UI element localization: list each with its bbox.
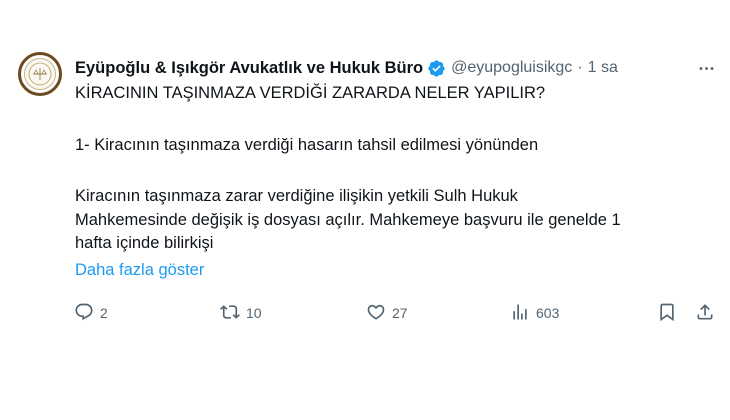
author-handle[interactable]: @eyupogluisikgc xyxy=(451,59,572,77)
paragraph-line-1: Kiracının taşınmaza zarar verdiğine iliş… xyxy=(75,187,518,205)
more-icon[interactable] xyxy=(694,56,718,80)
reply-button[interactable]: 2 xyxy=(74,298,108,328)
like-button[interactable]: 27 xyxy=(366,298,408,328)
retweet-button[interactable]: 10 xyxy=(220,298,262,328)
paragraph-line-2: Mahkemesinde değişik iş dosyası açılır. … xyxy=(75,210,621,229)
paragraph-line-3: hafta içinde bilirkişi xyxy=(75,234,214,252)
share-icon xyxy=(695,302,715,325)
views-count: 603 xyxy=(536,305,560,321)
bookmark-icon xyxy=(657,302,677,325)
bookmark-button[interactable] xyxy=(657,298,677,328)
tweet-title-line: KİRACININ TAŞINMAZA VERDİĞİ ZARARDA NELE… xyxy=(75,84,546,102)
avatar[interactable] xyxy=(18,52,62,96)
tweet-card[interactable]: Eyüpoğlu & Işıkgör Avukatlık ve Hukuk Bü… xyxy=(0,0,730,420)
retweet-count: 10 xyxy=(246,305,262,321)
author-display-name[interactable]: Eyüpoğlu & Işıkgör Avukatlık ve Hukuk Bü… xyxy=(75,59,423,78)
tweet-paragraph: Kiracının taşınmaza zarar verdiğine iliş… xyxy=(75,185,705,256)
reply-icon xyxy=(74,302,94,325)
tweet-timestamp[interactable]: 1 sa xyxy=(588,59,618,77)
retweet-icon xyxy=(220,302,240,325)
tweet-point-line: 1- Kiracının taşınmaza verdiği hasarın t… xyxy=(75,136,539,154)
like-count: 27 xyxy=(392,305,408,321)
views-button[interactable]: 603 xyxy=(510,298,559,328)
share-button[interactable] xyxy=(695,298,715,328)
views-icon xyxy=(510,302,530,325)
separator-dot: · xyxy=(577,59,583,76)
verified-badge-icon[interactable] xyxy=(427,59,446,78)
tweet-header: Eyüpoğlu & Işıkgör Avukatlık ve Hukuk Bü… xyxy=(75,57,618,79)
heart-icon xyxy=(366,302,386,325)
law-firm-logo-icon xyxy=(24,58,56,90)
show-more-link[interactable]: Daha fazla göster xyxy=(75,261,204,280)
tweet-actions-bar: 2 10 27 603 xyxy=(0,298,730,328)
reply-count: 2 xyxy=(100,305,108,321)
